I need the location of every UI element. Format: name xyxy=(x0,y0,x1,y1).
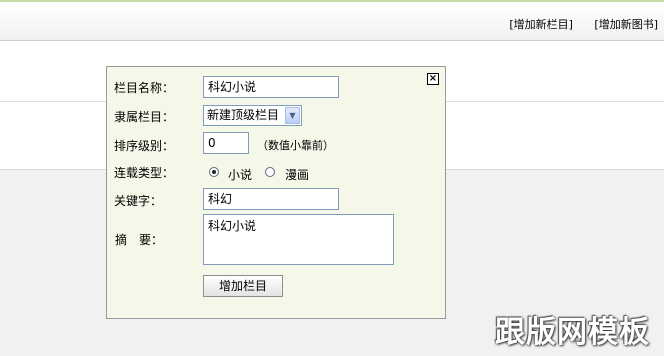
close-icon[interactable]: × xyxy=(427,73,439,85)
radio-novel-label: 小说 xyxy=(228,168,253,182)
radio-comic-label: 漫画 xyxy=(285,168,310,182)
add-category-submit-button[interactable]: 增加栏目 xyxy=(203,275,283,297)
watermark-logo: 跟版网模板 xyxy=(495,315,650,350)
parent-category-value: 新建顶级栏目 xyxy=(207,108,280,122)
add-book-link[interactable]: [增加新图书] xyxy=(594,18,658,31)
parent-category-select[interactable]: 新建顶级栏目 ▼ xyxy=(203,105,302,126)
sort-order-hint: （数值小靠前） xyxy=(257,139,334,152)
radio-comic[interactable] xyxy=(265,167,275,177)
parent-category-label: 隶属栏目： xyxy=(114,110,175,124)
category-name-label: 栏目名称： xyxy=(114,81,175,95)
radio-novel[interactable] xyxy=(209,167,219,177)
keyword-input[interactable]: 科幻 xyxy=(203,188,339,210)
add-category-dialog: × 栏目名称： 科幻小说 隶属栏目： 新建顶级栏目 ▼ 排序级别： 0 （数值小… xyxy=(106,66,446,319)
serial-type-label: 连载类型： xyxy=(114,166,175,180)
chevron-down-icon[interactable]: ▼ xyxy=(285,107,300,124)
sort-order-label: 排序级别： xyxy=(114,139,175,153)
summary-label: 摘 要： xyxy=(115,233,164,247)
top-toolbar: [增加新栏目] [增加新图书] xyxy=(0,2,664,41)
sort-order-input[interactable]: 0 xyxy=(203,132,249,154)
keyword-label: 关键字： xyxy=(114,194,163,208)
add-category-link[interactable]: [增加新栏目] xyxy=(509,18,573,31)
toolbar-links: [增加新栏目] [增加新图书] xyxy=(491,16,658,32)
summary-textarea[interactable]: 科幻小说 xyxy=(203,214,394,265)
category-name-input[interactable]: 科幻小说 xyxy=(203,76,339,98)
